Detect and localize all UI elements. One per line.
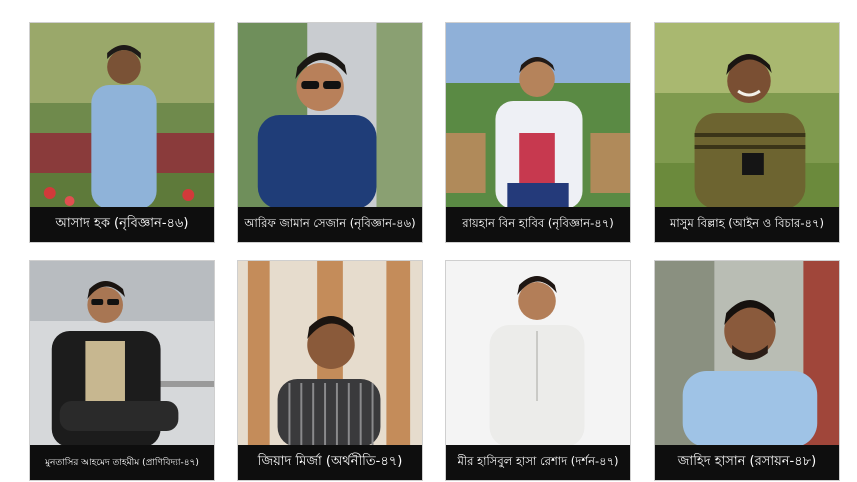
portrait-photo xyxy=(446,23,630,209)
person-card: মীর হাসিবুল হাসা রেশাদ (দর্শন-৪৭) xyxy=(445,260,631,481)
person-caption: মাসুম বিল্লাহ (আইন ও বিচার-৪৭) xyxy=(655,207,839,242)
person-card: আরিফ জামান সেজান (নৃবিজ্ঞান-৪৬) xyxy=(237,22,423,243)
person-card: মুনতাসির আহমেদ তাহমীম (প্রাণিবিদ্যা-৪৭) xyxy=(29,260,215,481)
portrait-photo xyxy=(238,23,422,209)
portrait-photo xyxy=(655,23,839,209)
portrait-photo xyxy=(30,23,214,209)
person-caption: মুনতাসির আহমেদ তাহমীম (প্রাণিবিদ্যা-৪৭) xyxy=(30,445,214,480)
person-caption: জাহিদ হাসান (রসায়ন-৪৮) xyxy=(655,445,839,480)
person-card: রায়হান বিন হাবিব (নৃবিজ্ঞান-৪৭) xyxy=(445,22,631,243)
person-card: মাসুম বিল্লাহ (আইন ও বিচার-৪৭) xyxy=(654,22,840,243)
person-caption: মীর হাসিবুল হাসা রেশাদ (দর্শন-৪৭) xyxy=(446,445,630,480)
portrait-photo xyxy=(238,261,422,447)
person-caption: রায়হান বিন হাবিব (নৃবিজ্ঞান-৪৭) xyxy=(446,207,630,242)
person-caption: জিয়াদ মির্জা (অর্থনীতি-৪৭) xyxy=(238,445,422,480)
portrait-photo xyxy=(446,261,630,447)
portrait-photo xyxy=(30,261,214,447)
person-card: আসাদ হক (নৃবিজ্ঞান-৪৬) xyxy=(29,22,215,243)
person-card: জিয়াদ মির্জা (অর্থনীতি-৪৭) xyxy=(237,260,423,481)
person-caption: আরিফ জামান সেজান (নৃবিজ্ঞান-৪৬) xyxy=(238,207,422,242)
person-caption: আসাদ হক (নৃবিজ্ঞান-৪৬) xyxy=(30,207,214,242)
portrait-photo xyxy=(655,261,839,447)
person-card: জাহিদ হাসান (রসায়ন-৪৮) xyxy=(654,260,840,481)
